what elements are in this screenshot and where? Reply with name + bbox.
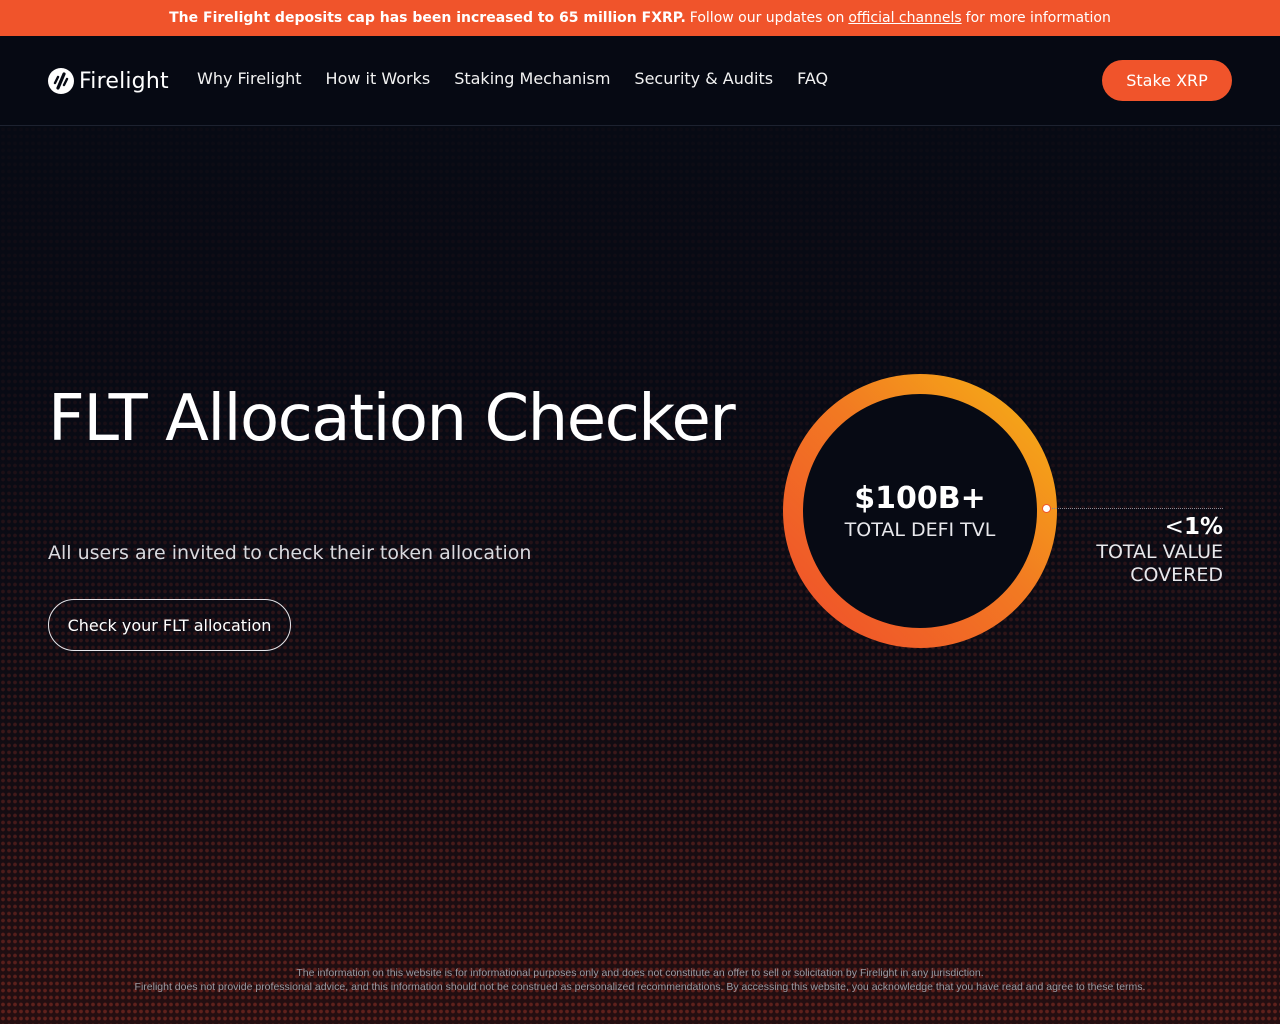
logo[interactable]: Firelight <box>48 66 169 96</box>
announcement-banner: The Firelight deposits cap has been incr… <box>0 0 1280 36</box>
banner-bold-text: The Firelight deposits cap has been incr… <box>169 10 686 26</box>
tvl-value: $100B+ <box>854 481 986 516</box>
banner-text: Follow our updates on <box>689 10 845 26</box>
disclaimer: The information on this website is for i… <box>0 966 1280 994</box>
leader-line <box>1046 508 1223 509</box>
nav-link-security-audits[interactable]: Security & Audits <box>634 69 773 88</box>
check-allocation-button[interactable]: Check your FLT allocation <box>48 599 291 651</box>
coverage-number: 1% <box>1183 514 1223 540</box>
firelight-logo-icon <box>48 68 74 94</box>
disclaimer-line-2: Firelight does not provide professional … <box>134 981 1146 993</box>
coverage-value: <1% <box>1000 514 1223 540</box>
coverage-label-line1: TOTAL VALUE <box>1096 541 1223 563</box>
coverage-label-line2: COVERED <box>1130 564 1223 586</box>
nav-links: Why Firelight How it Works Staking Mecha… <box>197 69 828 88</box>
top-navigation: Firelight Why Firelight How it Works Sta… <box>0 36 1280 126</box>
official-channels-link[interactable]: official channels <box>848 10 961 26</box>
coverage-prefix: < <box>1164 514 1184 540</box>
nav-link-faq[interactable]: FAQ <box>797 69 828 88</box>
stake-xrp-button[interactable]: Stake XRP <box>1102 60 1232 101</box>
nav-link-how-it-works[interactable]: How it Works <box>326 69 431 88</box>
logo-text: Firelight <box>79 68 169 94</box>
banner-text-end: for more information <box>965 10 1111 26</box>
nav-link-why-firelight[interactable]: Why Firelight <box>197 69 302 88</box>
nav-link-staking-mechanism[interactable]: Staking Mechanism <box>454 69 610 88</box>
page-title: FLT Allocation Checker <box>48 382 736 456</box>
disclaimer-line-1: The information on this website is for i… <box>296 967 984 979</box>
leader-dot <box>1042 504 1051 513</box>
hero-subtitle: All users are invited to check their tok… <box>48 542 532 564</box>
hero-section: FLT Allocation Checker All users are inv… <box>0 126 1280 1024</box>
coverage-label: TOTAL VALUE COVERED <box>1000 541 1223 587</box>
tvl-ring: $100B+ TOTAL DEFI TVL <box>780 373 1060 653</box>
